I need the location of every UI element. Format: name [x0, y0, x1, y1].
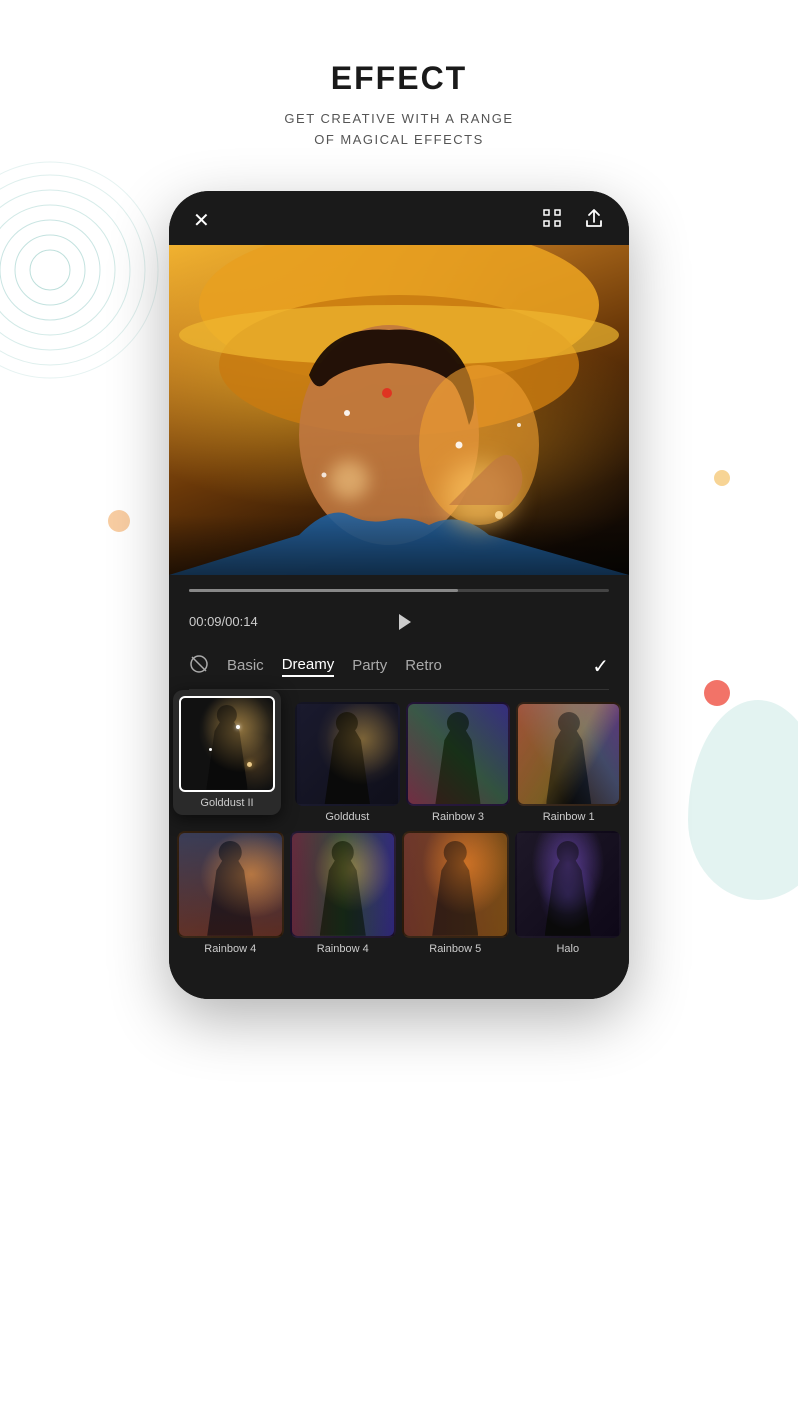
effect-thumb-rainbow5	[402, 831, 509, 938]
effect-reset-icon[interactable]	[189, 654, 209, 679]
phone-bottom	[169, 979, 629, 999]
effect-item-rainbow4b[interactable]: Rainbow 4	[290, 831, 397, 955]
page-title: EFFECT	[20, 60, 778, 97]
page-header: EFFECT GET CREATIVE WITH A RANGEOF MAGIC…	[0, 0, 798, 181]
playback-row: 00:09/00:14	[189, 606, 609, 638]
selected-effect-thumb	[179, 696, 275, 792]
video-image	[169, 245, 629, 575]
effect-label-rainbow4b: Rainbow 4	[317, 943, 369, 955]
effect-thumb-rainbow4b	[290, 831, 397, 938]
effect-row-2: Rainbow 4 Rainbow 4	[177, 831, 621, 955]
selected-effect-label: Golddust II	[179, 797, 275, 809]
tab-retro[interactable]: Retro	[405, 657, 442, 676]
video-preview	[169, 245, 629, 575]
topbar-left: ✕	[193, 208, 210, 233]
time-display: 00:09/00:14	[189, 614, 258, 629]
confirm-button[interactable]: ✓	[592, 654, 609, 679]
effect-thumb-golddust	[295, 702, 400, 807]
effect-item-rainbow3[interactable]: Rainbow 3	[406, 702, 511, 824]
share-button[interactable]	[583, 207, 605, 235]
phone-container: ✕	[0, 191, 798, 999]
silhouette-rainbow1	[518, 704, 619, 805]
video-fade	[169, 515, 629, 575]
timeline-progress	[189, 589, 458, 592]
phone-topbar: ✕	[169, 191, 629, 245]
page-subtitle: GET CREATIVE WITH A RANGEOF MAGICAL EFFE…	[20, 109, 778, 151]
effect-thumb-halo	[515, 831, 622, 938]
tab-basic[interactable]: Basic	[227, 657, 264, 676]
silhouette-rainbow4	[179, 833, 282, 936]
effect-label-rainbow1: Rainbow 1	[543, 811, 595, 823]
effect-thumb-rainbow3	[406, 702, 511, 807]
effect-label-rainbow3: Rainbow 3	[432, 811, 484, 823]
tab-party[interactable]: Party	[352, 657, 387, 676]
silhouette-golddust	[297, 704, 398, 805]
effect-item-rainbow4[interactable]: Rainbow 4	[177, 831, 284, 955]
effect-thumb-rainbow1	[516, 702, 621, 807]
effect-thumb-rainbow4	[177, 831, 284, 938]
effect-label-golddust: Golddust	[325, 811, 369, 823]
effect-label-rainbow4a: Rainbow 4	[204, 943, 256, 955]
phone-mockup: ✕	[169, 191, 629, 999]
silhouette-halo	[517, 833, 620, 936]
close-button[interactable]: ✕	[193, 208, 210, 233]
silhouette-rainbow4b	[292, 833, 395, 936]
play-button[interactable]	[387, 606, 419, 638]
effect-label-rainbow5: Rainbow 5	[429, 943, 481, 955]
effect-label-halo: Halo	[556, 943, 579, 955]
effect-item-halo[interactable]: Halo	[515, 831, 622, 955]
timeline-bar[interactable]	[189, 589, 609, 592]
controls-area: 00:09/00:14 Basic Dreamy Party Retro	[169, 575, 629, 690]
silhouette-rainbow5	[404, 833, 507, 936]
effect-item-rainbow5[interactable]: Rainbow 5	[402, 831, 509, 955]
silhouette-rainbow3	[408, 704, 509, 805]
play-icon	[399, 614, 411, 630]
selected-effect-popup[interactable]: Golddust II	[173, 690, 281, 815]
effect-item-golddust[interactable]: Golddust	[295, 702, 400, 824]
effect-grid: Golddust II Golddust	[169, 690, 629, 979]
fullscreen-button[interactable]	[541, 207, 563, 235]
tab-dreamy[interactable]: Dreamy	[282, 656, 335, 677]
effect-item-rainbow1[interactable]: Rainbow 1	[516, 702, 621, 824]
topbar-right	[541, 207, 605, 235]
effect-tabs: Basic Dreamy Party Retro ✓	[189, 654, 609, 690]
